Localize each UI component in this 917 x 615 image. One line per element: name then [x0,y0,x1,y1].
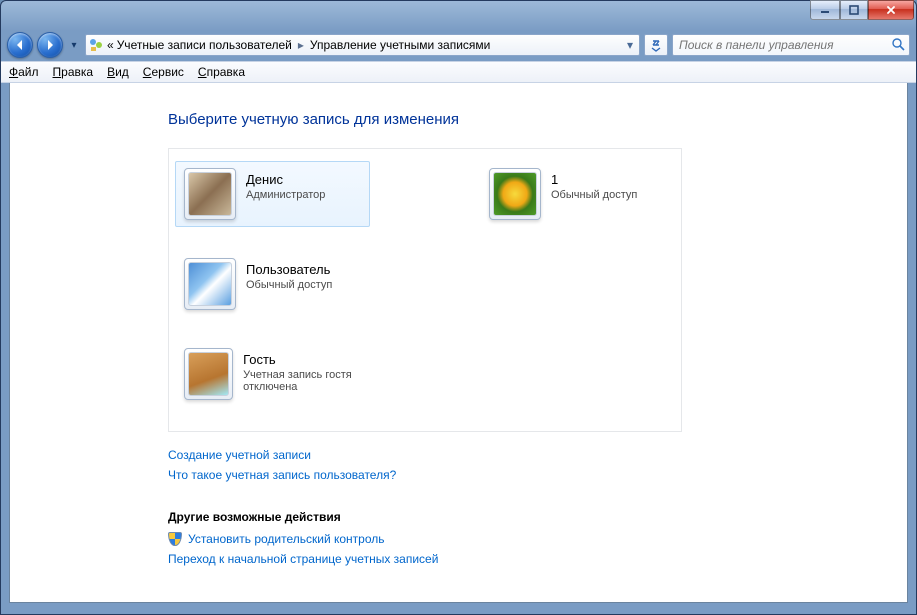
window-controls [810,0,914,20]
menu-tools[interactable]: Сервис [143,65,184,79]
link-goto-accounts-home[interactable]: Переход к начальной странице учетных зап… [168,552,438,566]
link-create-account[interactable]: Создание учетной записи [168,448,907,462]
breadcrumb-separator: ▸ [295,38,307,52]
account-links: Создание учетной записи Что такое учетна… [168,448,907,482]
other-actions-heading: Другие возможные действия [168,510,907,524]
avatar [489,168,541,220]
account-tile-user[interactable]: Пользователь Обычный доступ [175,251,407,317]
address-dropdown-icon[interactable]: ▾ [623,38,637,52]
menu-help[interactable]: Справка [198,65,245,79]
search-icon[interactable] [891,37,905,54]
link-what-is-account[interactable]: Что такое учетная запись пользователя? [168,468,907,482]
menu-bar: Файл Правка Вид Сервис Справка [1,61,916,83]
menu-view[interactable]: Вид [107,65,129,79]
account-status: Администратор [246,189,325,201]
search-box[interactable] [672,34,910,56]
account-name: Гость [243,352,398,367]
account-name: Денис [246,172,325,187]
menu-edit[interactable]: Правка [53,65,94,79]
breadcrumb-prefix: « [107,38,114,52]
control-panel-icon [88,37,104,53]
account-name: 1 [551,172,637,187]
titlebar [1,1,916,29]
content-area: Выберите учетную запись для изменения Де… [9,83,908,603]
explorer-window: ▾ « Учетные записи пользователей ▸ Управ… [0,0,917,615]
back-button[interactable] [7,32,33,58]
account-name: Пользователь [246,262,332,277]
breadcrumb-item-2[interactable]: Управление учетными записями [310,38,490,52]
avatar-suitcase-icon [188,352,229,396]
avatar-cat-icon [188,172,232,216]
address-bar[interactable]: « Учетные записи пользователей ▸ Управле… [85,34,640,56]
forward-button[interactable] [37,32,63,58]
other-actions: Другие возможные действия Установить род… [168,510,907,566]
avatar [184,168,236,220]
uac-shield-icon [168,532,182,546]
account-status: Учетная запись гостя отключена [243,369,398,393]
nav-toolbar: ▾ « Учетные записи пользователей ▸ Управ… [1,29,916,61]
avatar-coaster-icon [188,262,232,306]
refresh-button[interactable] [644,34,668,56]
avatar [184,348,233,400]
link-parental-controls[interactable]: Установить родительский контроль [188,532,385,546]
avatar [184,258,236,310]
page-title: Выберите учетную запись для изменения [168,111,907,128]
nav-history-dropdown[interactable]: ▾ [67,35,81,55]
close-button[interactable] [868,0,914,20]
avatar-sunflower-icon [493,172,537,216]
account-tile-1[interactable]: 1 Обычный доступ [480,161,675,227]
menu-file[interactable]: Файл [9,65,39,79]
account-tile-guest[interactable]: Гость Учетная запись гостя отключена [175,341,407,407]
breadcrumb-item-1[interactable]: Учетные записи пользователей [117,38,292,52]
account-status: Обычный доступ [246,279,332,291]
minimize-button[interactable] [810,0,840,20]
accounts-list: Денис Администратор 1 Обычный доступ Пол… [168,148,682,432]
account-status: Обычный доступ [551,189,637,201]
account-tile-denis[interactable]: Денис Администратор [175,161,370,227]
search-input[interactable] [677,37,891,53]
maximize-button[interactable] [840,0,868,20]
